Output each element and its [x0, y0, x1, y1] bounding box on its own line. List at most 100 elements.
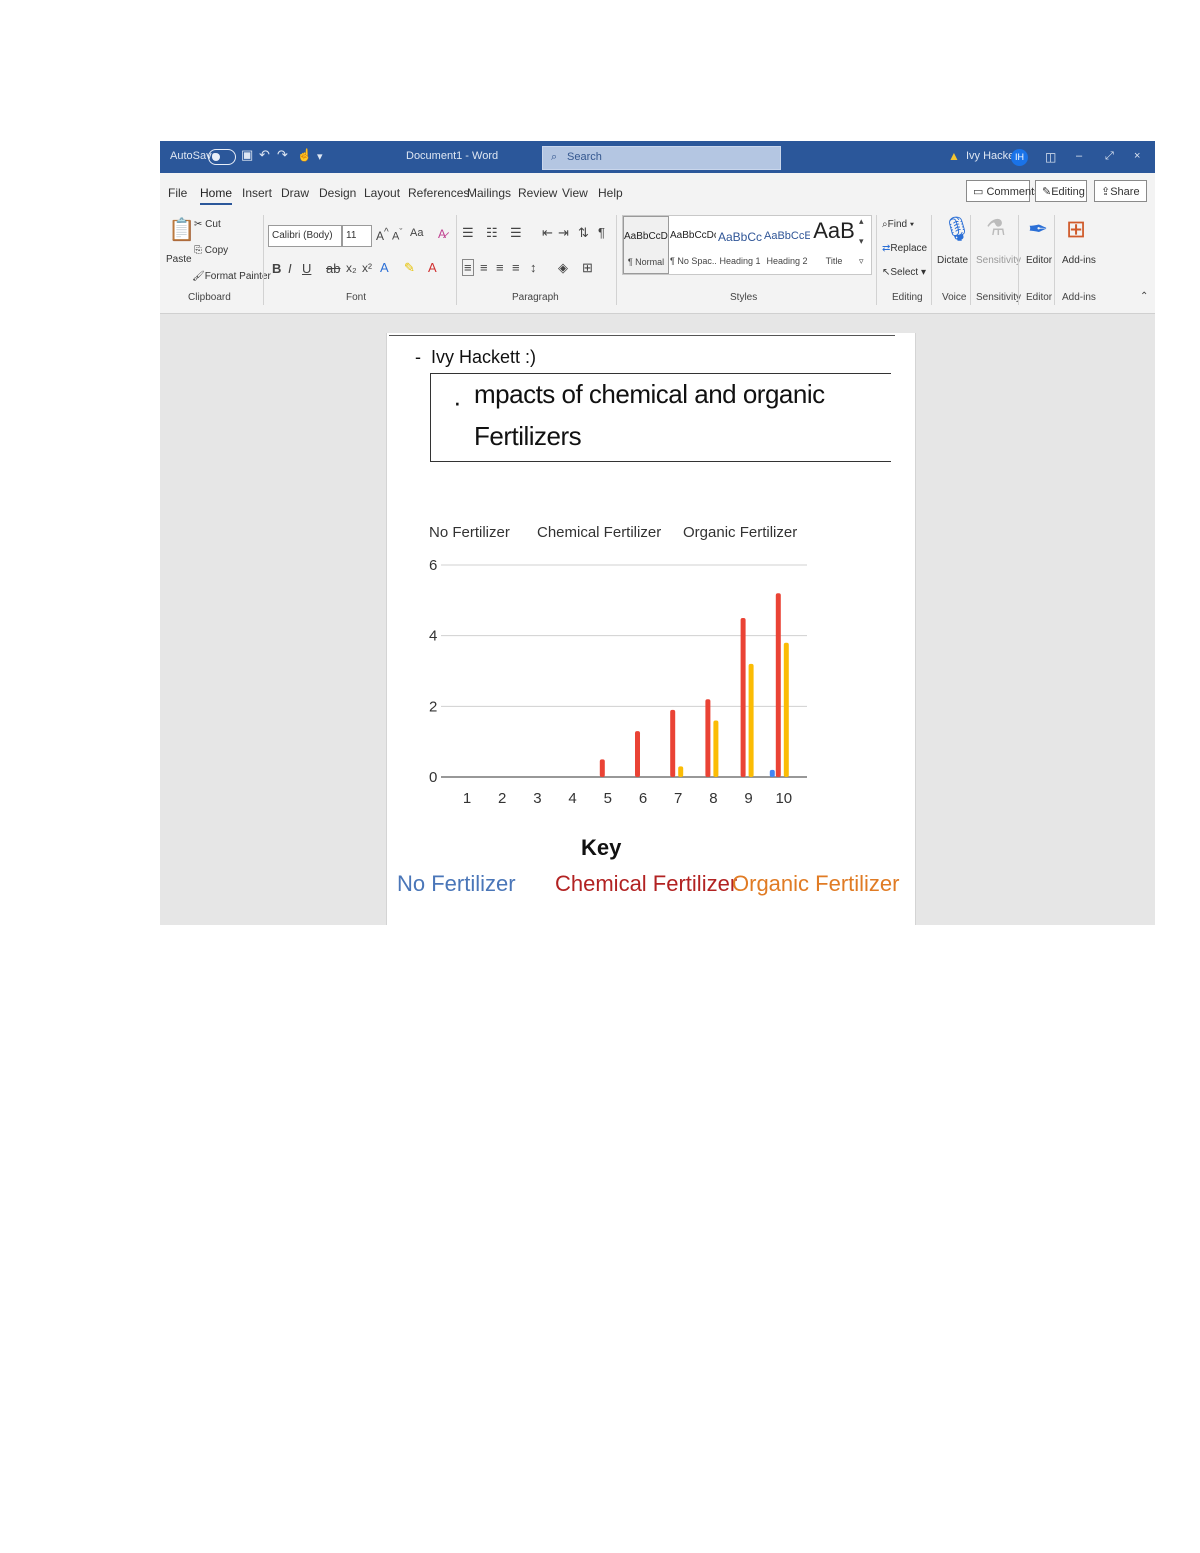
- style-no-spacing[interactable]: AaBbCcDc ¶ No Spac...: [670, 216, 716, 274]
- borders-icon[interactable]: ⊞: [582, 260, 593, 276]
- clear-formatting-icon[interactable]: A̷: [438, 227, 446, 241]
- cut-button[interactable]: ✂ Cut: [194, 219, 221, 230]
- style-preview: AaBbCc: [717, 230, 763, 244]
- tab-layout[interactable]: Layout: [364, 186, 400, 200]
- microphone-icon[interactable]: 🎙: [942, 215, 972, 244]
- editing-mode-button[interactable]: ✎Editing: [1035, 180, 1087, 202]
- style-preview: AaBbCcDc: [624, 231, 668, 242]
- ribbon-tabs: File Home Insert Draw Design Layout Refe…: [160, 173, 1155, 209]
- justify-icon[interactable]: ≡: [512, 260, 520, 275]
- sort-icon[interactable]: ⇅: [578, 225, 589, 241]
- find-button[interactable]: ⌕Find ▾: [882, 219, 914, 230]
- add-ins-icon[interactable]: ⊞: [1066, 215, 1086, 244]
- redo-icon[interactable]: ↷: [277, 147, 288, 163]
- multilevel-list-icon[interactable]: ☰: [510, 225, 522, 241]
- italic-icon[interactable]: I: [288, 261, 292, 276]
- minimize-button[interactable]: –: [1076, 150, 1082, 162]
- tab-review[interactable]: Review: [518, 186, 557, 200]
- customize-toolbar-icon[interactable]: ▾: [317, 150, 323, 163]
- align-left-icon[interactable]: ≡: [462, 259, 474, 276]
- add-ins-label[interactable]: Add-ins: [1062, 255, 1096, 266]
- search-box[interactable]: ⌕ Search: [542, 146, 781, 170]
- word-window-screenshot: AutoSave ▣ ↶ ↷ ☝ ▾ Document1 - Word ⌕ Se…: [160, 141, 1155, 925]
- highlight-icon[interactable]: ✎: [404, 260, 415, 276]
- select-button[interactable]: ↖Select ▾: [882, 267, 926, 278]
- bold-icon[interactable]: B: [272, 261, 281, 276]
- editor-label[interactable]: Editor: [1026, 255, 1052, 266]
- tab-draw[interactable]: Draw: [281, 186, 309, 200]
- paste-label[interactable]: Paste: [166, 254, 192, 265]
- comments-button[interactable]: ▭ Comments: [966, 180, 1040, 202]
- close-button[interactable]: ×: [1134, 150, 1140, 162]
- share-button[interactable]: ⇪Share: [1094, 180, 1147, 202]
- tab-file[interactable]: File: [168, 186, 187, 200]
- sensitivity-icon: ⚗: [986, 215, 1006, 240]
- style-heading-1[interactable]: AaBbCc Heading 1: [717, 216, 763, 274]
- ribbon-display-icon[interactable]: ◫: [1045, 150, 1056, 164]
- paste-icon[interactable]: 📋: [168, 217, 195, 243]
- document-title: Document1 - Word: [406, 150, 499, 162]
- tab-help[interactable]: Help: [598, 186, 623, 200]
- tab-view[interactable]: View: [562, 186, 588, 200]
- tab-design[interactable]: Design: [319, 186, 356, 200]
- sensitivity-label: Sensitivity: [976, 255, 1022, 266]
- numbering-icon[interactable]: ☷: [486, 225, 498, 241]
- tab-home[interactable]: Home: [200, 186, 233, 205]
- font-color-icon[interactable]: A: [428, 260, 437, 275]
- style-title[interactable]: AaB Title: [811, 216, 857, 274]
- align-center-icon[interactable]: ≡: [480, 260, 488, 275]
- x-tick-label: 9: [744, 790, 752, 807]
- replace-button[interactable]: ⇄Replace: [882, 243, 927, 254]
- decrease-indent-icon[interactable]: ⇤: [542, 225, 553, 241]
- underline-icon[interactable]: U: [302, 261, 311, 276]
- copy-button[interactable]: ⎘ Copy: [194, 245, 228, 256]
- line-spacing-icon[interactable]: ↕: [530, 260, 537, 275]
- collapse-ribbon-icon[interactable]: ⌃: [1140, 291, 1148, 302]
- increase-indent-icon[interactable]: ⇥: [558, 225, 569, 241]
- style-normal[interactable]: AaBbCcDc ¶ Normal: [623, 216, 669, 274]
- text-effects-icon[interactable]: A: [380, 260, 389, 275]
- divider: [1018, 215, 1019, 305]
- tab-references[interactable]: References: [408, 186, 469, 200]
- show-marks-icon[interactable]: ¶: [598, 225, 605, 240]
- shading-icon[interactable]: ◈: [558, 260, 568, 276]
- scissors-icon: ✂: [194, 219, 203, 230]
- avatar[interactable]: IH: [1011, 149, 1028, 166]
- more-styles-icon[interactable]: ▿: [859, 256, 864, 267]
- save-icon[interactable]: ▣: [241, 147, 253, 163]
- strikethrough-icon[interactable]: ab: [326, 261, 340, 276]
- user-name[interactable]: Ivy Hacket: [966, 150, 1017, 162]
- key-organic-fertilizer: Organic Fertilizer: [732, 871, 900, 896]
- chevron-up-icon[interactable]: ▴: [859, 216, 864, 227]
- restore-button[interactable]: ⤢: [1105, 150, 1114, 163]
- touch-mode-icon[interactable]: ☝: [297, 148, 312, 162]
- bar-organic-fertilizer: [713, 720, 719, 777]
- bullets-icon[interactable]: ☰: [462, 225, 474, 241]
- align-right-icon[interactable]: ≡: [496, 260, 504, 275]
- editor-icon[interactable]: ✒: [1028, 215, 1048, 244]
- superscript-icon[interactable]: x²: [362, 261, 372, 275]
- undo-icon[interactable]: ↶: [259, 147, 270, 163]
- font-size-select[interactable]: 11: [342, 225, 372, 247]
- font-name-select[interactable]: Calibri (Body): [268, 225, 342, 247]
- cut-label: Cut: [205, 219, 221, 230]
- style-heading-2[interactable]: AaBbCcE Heading 2: [764, 216, 810, 274]
- tab-insert[interactable]: Insert: [242, 186, 272, 200]
- grow-font-icon[interactable]: A^: [376, 227, 389, 243]
- brush-icon: 🖌: [192, 271, 205, 282]
- format-painter-button[interactable]: 🖌Format Painter: [192, 271, 271, 282]
- subscript-icon[interactable]: x₂: [346, 261, 357, 275]
- document-page[interactable]: - Ivy Hackett :) · mpacts of chemical an…: [386, 333, 916, 925]
- tab-mailings[interactable]: Mailings: [467, 186, 511, 200]
- share-icon: ⇪: [1101, 186, 1111, 198]
- bar-organic-fertilizer: [748, 663, 754, 777]
- legend-entry: Chemical Fertilizer: [537, 524, 661, 541]
- copy-label: Copy: [204, 245, 229, 256]
- dictate-label[interactable]: Dictate: [937, 255, 968, 266]
- shrink-font-icon[interactable]: Aˇ: [392, 227, 402, 243]
- autosave-toggle[interactable]: [208, 149, 236, 165]
- change-case-icon[interactable]: Aa: [410, 227, 423, 239]
- x-tick-label: 4: [568, 790, 576, 807]
- chevron-down-icon[interactable]: ▾: [859, 236, 864, 247]
- copy-icon: ⎘: [194, 245, 202, 256]
